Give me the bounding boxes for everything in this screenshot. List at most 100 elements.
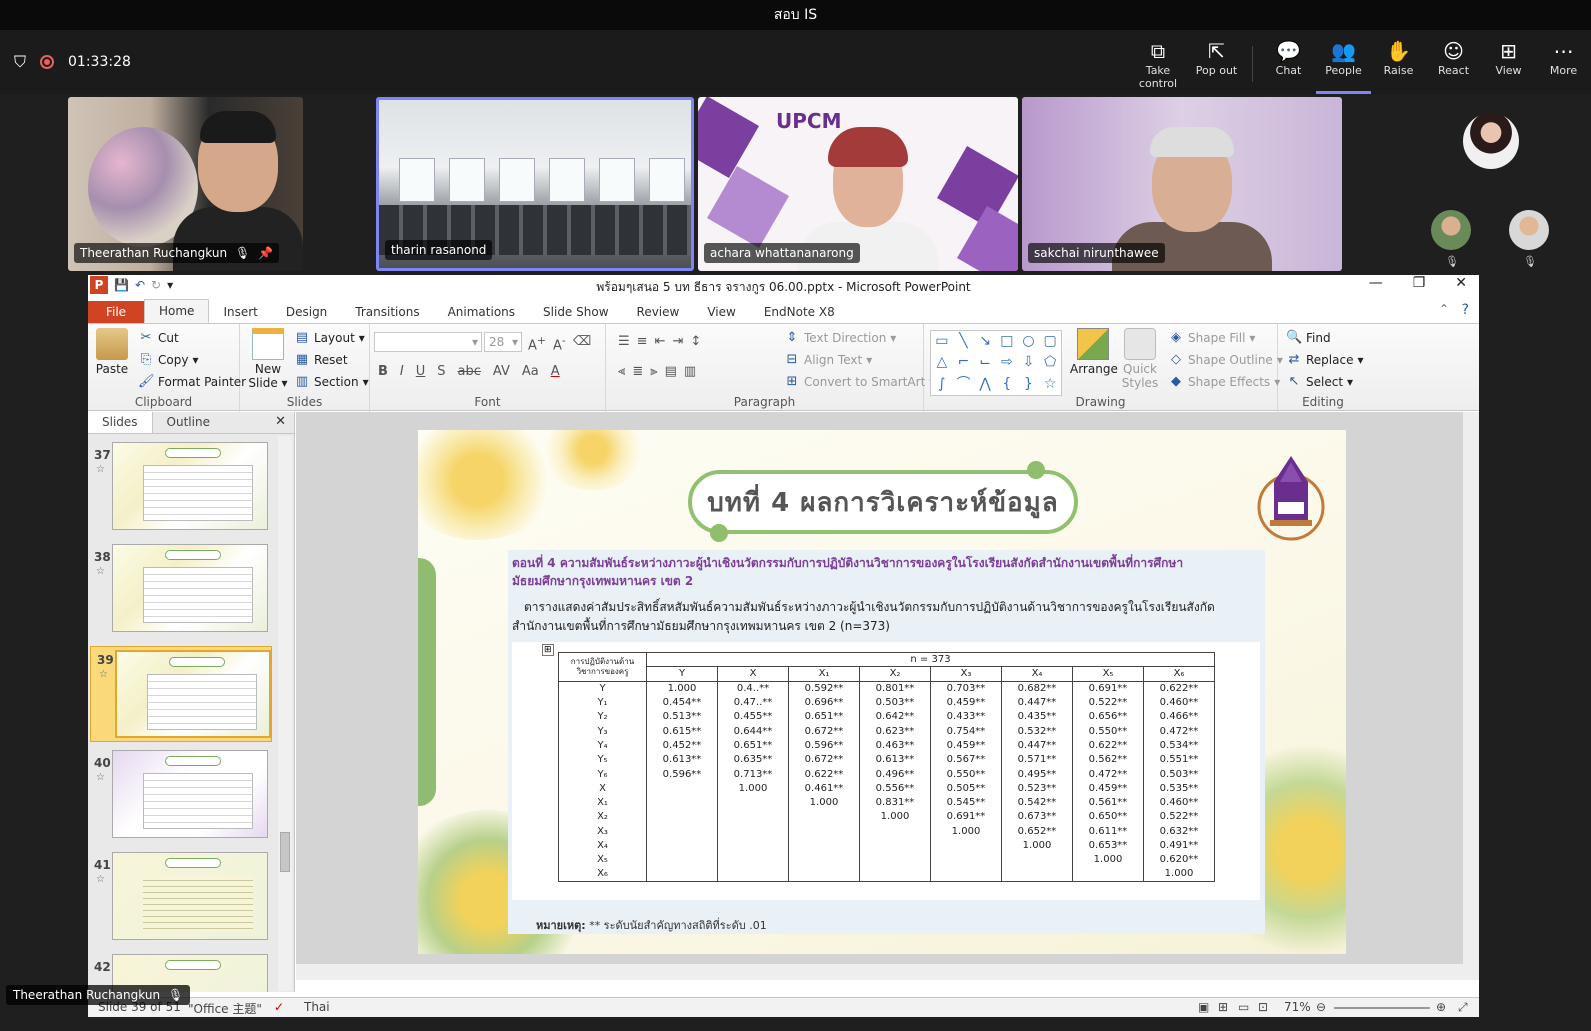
table-cell[interactable]: 0.460** — [1143, 695, 1215, 710]
tab-slides[interactable]: Slides — [88, 412, 153, 433]
raise-hand-button[interactable]: ✋ Raise — [1371, 38, 1426, 94]
tab-slide-show[interactable]: Slide Show — [529, 301, 622, 323]
table-cell[interactable]: 0.561** — [1072, 795, 1144, 810]
table-cell[interactable]: 0.556** — [859, 781, 931, 796]
table-cell[interactable]: 0.611** — [1072, 824, 1144, 839]
table-cell[interactable]: 0.505** — [930, 781, 1002, 796]
right-arrow-shape-icon[interactable]: ⇨ — [996, 352, 1018, 373]
table-cell[interactable] — [646, 824, 718, 839]
table-cell[interactable] — [859, 852, 931, 867]
elbow-shape-icon[interactable]: ⌐ — [953, 352, 975, 373]
table-cell[interactable]: 0.673** — [1001, 809, 1073, 825]
table-cell[interactable] — [717, 809, 789, 825]
table-cell[interactable]: 0.703** — [930, 681, 1002, 696]
table-cell[interactable]: 0.592** — [788, 681, 860, 696]
table-cell[interactable]: 0.596** — [788, 738, 860, 753]
paste-button[interactable]: Paste — [94, 328, 130, 376]
table-cell[interactable]: 0.447** — [1001, 695, 1073, 710]
font-size-select[interactable]: 28 ▾ — [484, 332, 522, 352]
restore-icon[interactable]: ❐ — [1413, 275, 1426, 291]
tab-animations[interactable]: Animations — [434, 301, 529, 323]
tab-transitions[interactable]: Transitions — [341, 301, 433, 323]
freeform-shape-icon[interactable]: ⬠ — [1039, 352, 1061, 373]
slide-sorter-icon[interactable]: ⊞ — [1218, 1000, 1228, 1014]
table-cell[interactable] — [788, 838, 860, 853]
table-cell[interactable]: 0.550** — [930, 766, 1002, 782]
table-cell[interactable]: 1.000 — [1072, 852, 1144, 867]
rectangle-shape-icon[interactable]: □ — [996, 331, 1018, 352]
table-cell[interactable]: 0.4..** — [717, 681, 789, 696]
cut-button[interactable]: ✂ Cut — [138, 330, 179, 345]
shape-fill-button[interactable]: ◈ Shape Fill ▾ — [1168, 330, 1255, 345]
slide-thumbnail[interactable]: 41 ☆ — [88, 852, 278, 948]
layout-button[interactable]: ▤ Layout ▾ — [294, 330, 365, 345]
zoom-level[interactable]: 71% — [1284, 1000, 1311, 1014]
table-cell[interactable]: 0.459** — [930, 695, 1002, 710]
shape-outline-button[interactable]: ◇ Shape Outline ▾ — [1168, 352, 1283, 367]
table-cell[interactable]: 1.000 — [930, 824, 1002, 839]
shapes-gallery[interactable]: ▭ ╲ ↘ □ ○ ▢ △ ⌐ ⌙ ⇨ ⇩ ⬠ ∫ ⌒ ⋀{} ☆ — [930, 330, 1062, 396]
character-spacing-icon[interactable]: AV — [493, 364, 510, 379]
shape-effects-button[interactable]: ◆ Shape Effects ▾ — [1168, 374, 1280, 389]
table-cell[interactable]: 0.535** — [1143, 781, 1215, 796]
table-cell[interactable]: 0.496** — [859, 766, 931, 782]
table-cell[interactable]: 0.455** — [717, 709, 789, 724]
reset-button[interactable]: ▦ Reset — [294, 352, 348, 367]
table-cell[interactable]: 0.472** — [1072, 766, 1144, 782]
increase-indent-icon[interactable]: ⇥ — [672, 334, 683, 349]
table-cell[interactable]: 0.466** — [1143, 709, 1215, 724]
fit-slide-icon[interactable]: ⤢ — [1458, 1000, 1468, 1015]
table-cell[interactable] — [859, 866, 931, 882]
table-cell[interactable]: 0.622** — [1143, 681, 1215, 696]
slide[interactable]: บทที่ 4 ผลการวิเคราะห์ข้อมูล ตอนที่ 4 คว… — [418, 430, 1346, 954]
table-cell[interactable]: 0.460** — [1143, 795, 1215, 810]
decrease-indent-icon[interactable]: ⇤ — [655, 334, 666, 349]
zoom-slider[interactable] — [1334, 1007, 1430, 1009]
video-tile[interactable]: sakchai nirunthawee — [1022, 97, 1342, 271]
table-cell[interactable]: 0.831** — [859, 795, 931, 810]
find-button[interactable]: 🔍 Find — [1286, 330, 1331, 345]
slide-thumbnail[interactable]: 40 ☆ — [88, 750, 278, 846]
table-cell[interactable]: 0.635** — [717, 752, 789, 767]
arrange-button[interactable]: Arrange — [1070, 328, 1118, 376]
table-cell[interactable]: 0.463** — [859, 738, 931, 753]
tab-outline[interactable]: Outline — [153, 412, 224, 433]
columns-icon[interactable]: ▥ — [684, 364, 696, 379]
italic-icon[interactable]: I — [400, 364, 404, 379]
table-cell[interactable]: 0.622** — [788, 766, 860, 782]
quick-styles-button[interactable]: Quick Styles — [1118, 328, 1162, 390]
table-cell[interactable] — [788, 852, 860, 867]
language[interactable]: Thai — [304, 1000, 330, 1014]
tab-design[interactable]: Design — [272, 301, 341, 323]
table-cell[interactable]: 0.754** — [930, 723, 1002, 739]
slide-thumbnail-selected[interactable]: 39 ☆ — [90, 646, 272, 742]
arc-shape-icon[interactable]: ⌒ — [953, 374, 975, 395]
table-cell[interactable] — [646, 795, 718, 810]
align-left-icon[interactable]: ⫷ — [618, 364, 625, 379]
select-button[interactable]: ↖ Select ▾ — [1286, 374, 1354, 389]
tab-view[interactable]: View — [693, 301, 749, 323]
curve-shape-icon[interactable]: ∫ — [931, 374, 953, 395]
new-slide-button[interactable]: New Slide ▾ — [246, 328, 290, 390]
table-cell[interactable]: 1.000 — [646, 681, 718, 696]
text-direction-button[interactable]: ⇕ Text Direction ▾ — [784, 330, 897, 345]
table-cell[interactable]: 0.596** — [646, 766, 718, 782]
table-cell[interactable]: 0.571** — [1001, 752, 1073, 767]
table-cell[interactable]: 0.532** — [1001, 723, 1073, 739]
zoom-out-icon[interactable]: ⊖ — [1316, 1000, 1326, 1014]
table-cell[interactable]: 0.644** — [717, 723, 789, 739]
grow-font-icon[interactable]: A+ — [528, 334, 546, 353]
table-cell[interactable]: 0.459** — [930, 738, 1002, 753]
font-name-select[interactable]: ▾ — [374, 332, 482, 352]
collapse-ribbon-icon[interactable]: ⌃ — [1439, 302, 1449, 316]
table-cell[interactable] — [717, 795, 789, 810]
pop-out-button[interactable]: ⇱ Pop out — [1189, 38, 1244, 94]
close-icon[interactable]: ✕ — [1455, 275, 1467, 291]
strikethrough-icon[interactable]: abc — [458, 364, 481, 379]
chat-button[interactable]: 💬 Chat — [1261, 38, 1316, 94]
table-cell[interactable]: 0.801** — [859, 681, 931, 696]
horizontal-scrollbar[interactable] — [296, 964, 1463, 980]
table-cell[interactable]: 0.696** — [788, 695, 860, 710]
table-cell[interactable]: 0.656** — [1072, 709, 1144, 724]
table-cell[interactable] — [717, 824, 789, 839]
